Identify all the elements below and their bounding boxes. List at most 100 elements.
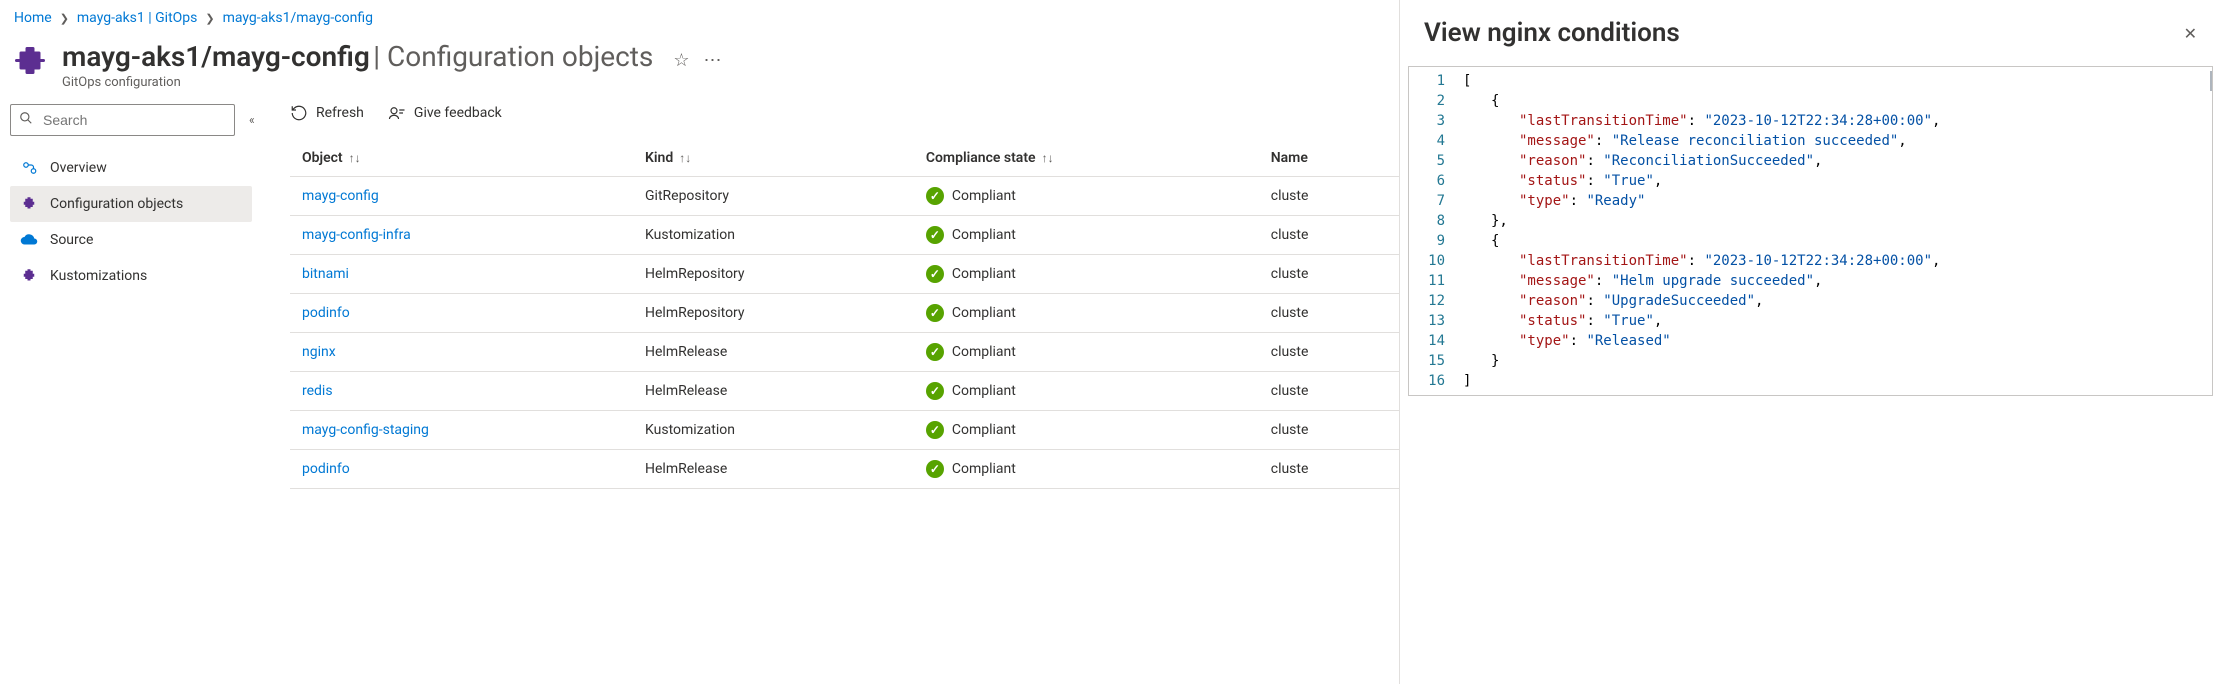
collapse-nav-icon[interactable]: « bbox=[249, 113, 255, 127]
namespace-cell: cluste bbox=[1259, 177, 1399, 216]
namespace-cell: cluste bbox=[1259, 255, 1399, 294]
line-number: 4 bbox=[1409, 131, 1445, 151]
line-number: 5 bbox=[1409, 151, 1445, 171]
more-actions-icon[interactable]: ⋯ bbox=[704, 50, 722, 71]
compliance-label: Compliant bbox=[952, 344, 1016, 360]
code-line[interactable]: [ bbox=[1463, 71, 2212, 91]
favorite-star-icon[interactable]: ☆ bbox=[673, 50, 689, 71]
sidebar-item-label: Source bbox=[50, 232, 93, 248]
compliance-label: Compliant bbox=[952, 383, 1016, 399]
page-title: mayg-aks1/mayg-config | Configuration ob… bbox=[62, 40, 653, 90]
breadcrumb-link[interactable]: mayg-aks1/mayg-config bbox=[223, 10, 373, 26]
compliance-cell: ✓Compliant bbox=[926, 187, 1247, 205]
line-number: 9 bbox=[1409, 231, 1445, 251]
content-area: Refresh Give feedback Object↑↓Kind↑↓Comp… bbox=[260, 96, 1399, 684]
code-line[interactable]: "status": "True", bbox=[1463, 171, 2212, 191]
compliance-label: Compliant bbox=[952, 422, 1016, 438]
refresh-button[interactable]: Refresh bbox=[290, 104, 364, 122]
kind-cell: HelmRepository bbox=[633, 255, 914, 294]
table-row: mayg-config-infraKustomization✓Compliant… bbox=[290, 216, 1399, 255]
namespace-cell: cluste bbox=[1259, 411, 1399, 450]
code-line[interactable]: "type": "Ready" bbox=[1463, 191, 2212, 211]
column-header-kind[interactable]: Kind↑↓ bbox=[633, 140, 914, 177]
code-line[interactable]: { bbox=[1463, 231, 2212, 251]
line-number: 6 bbox=[1409, 171, 1445, 191]
kind-cell: HelmRelease bbox=[633, 372, 914, 411]
namespace-cell: cluste bbox=[1259, 216, 1399, 255]
code-line[interactable]: "message": "Release reconciliation succe… bbox=[1463, 131, 2212, 151]
compliance-label: Compliant bbox=[952, 227, 1016, 243]
compliance-cell: ✓Compliant bbox=[926, 265, 1247, 283]
kind-cell: Kustomization bbox=[633, 411, 914, 450]
sidebar-item-kustomizations[interactable]: Kustomizations bbox=[10, 258, 252, 294]
puzzle-icon bbox=[20, 195, 38, 213]
column-header-object[interactable]: Object↑↓ bbox=[290, 140, 633, 177]
code-line[interactable]: } bbox=[1463, 351, 2212, 371]
line-number: 2 bbox=[1409, 91, 1445, 111]
sidebar-item-label: Configuration objects bbox=[50, 196, 183, 212]
compliance-cell: ✓ Compliant bbox=[926, 343, 1247, 361]
breadcrumb-link[interactable]: Home bbox=[14, 10, 52, 26]
namespace-cell: cluste bbox=[1259, 450, 1399, 489]
compliance-cell: ✓ Compliant bbox=[926, 226, 1247, 244]
line-number: 1 bbox=[1409, 71, 1445, 91]
section-name: Configuration objects bbox=[387, 40, 653, 73]
code-line[interactable]: "lastTransitionTime": "2023-10-12T22:34:… bbox=[1463, 111, 2212, 131]
cloud-icon bbox=[20, 231, 38, 249]
success-check-icon: ✓ bbox=[926, 343, 944, 361]
sidebar-item-label: Kustomizations bbox=[50, 268, 147, 284]
namespace-cell: cluste bbox=[1259, 294, 1399, 333]
kind-cell: HelmRelease bbox=[633, 333, 914, 372]
sort-icon: ↑↓ bbox=[1042, 151, 1054, 165]
table-row: podinfoHelmRelease✓Compliantcluste bbox=[290, 450, 1399, 489]
success-check-icon: ✓ bbox=[926, 265, 944, 283]
code-line[interactable]: "reason": "ReconciliationSucceeded", bbox=[1463, 151, 2212, 171]
success-check-icon: ✓ bbox=[926, 226, 944, 244]
line-number: 13 bbox=[1409, 311, 1445, 331]
column-header-compliance[interactable]: Compliance state ↑↓ bbox=[914, 140, 1259, 177]
json-viewer[interactable]: 12345678910111213141516 [{"lastTransitio… bbox=[1408, 66, 2213, 396]
object-link[interactable]: mayg-config-staging bbox=[302, 422, 429, 438]
compliance-cell: ✓Compliant bbox=[926, 382, 1247, 400]
table-row: bitnami HelmRepository ✓Compliant cluste bbox=[290, 255, 1399, 294]
object-link[interactable]: podinfo bbox=[302, 305, 350, 321]
line-number: 10 bbox=[1409, 251, 1445, 271]
success-check-icon: ✓ bbox=[926, 304, 944, 322]
column-label: Name bbox=[1271, 150, 1308, 166]
resource-name: mayg-aks1/mayg-config bbox=[62, 40, 370, 73]
close-icon[interactable]: ✕ bbox=[2184, 24, 2197, 43]
conditions-flyout: View nginx conditions ✕ 1234567891011121… bbox=[1399, 0, 2221, 684]
sidebar-item-source[interactable]: Source bbox=[10, 222, 252, 258]
object-link[interactable]: mayg-config-infra bbox=[302, 227, 411, 243]
code-line[interactable]: ] bbox=[1463, 371, 2212, 391]
line-number: 15 bbox=[1409, 351, 1445, 371]
code-line[interactable]: { bbox=[1463, 91, 2212, 111]
object-link[interactable]: podinfo bbox=[302, 461, 350, 477]
nav-search[interactable] bbox=[10, 104, 235, 136]
object-link[interactable]: redis bbox=[302, 383, 333, 399]
sidebar-item-configuration-objects[interactable]: Configuration objects bbox=[10, 186, 252, 222]
sidebar-item-overview[interactable]: Overview bbox=[10, 150, 252, 186]
side-nav: « Overview Configuration objects Source Kus… bbox=[0, 96, 260, 684]
kind-cell: HelmRepository bbox=[633, 294, 914, 333]
feedback-button[interactable]: Give feedback bbox=[388, 104, 502, 122]
code-line[interactable]: "reason": "UpgradeSucceeded", bbox=[1463, 291, 2212, 311]
object-link[interactable]: nginx bbox=[302, 344, 336, 360]
success-check-icon: ✓ bbox=[926, 187, 944, 205]
code-line[interactable]: "message": "Helm upgrade succeeded", bbox=[1463, 271, 2212, 291]
breadcrumb-link[interactable]: mayg-aks1 | GitOps bbox=[77, 10, 197, 26]
column-label: Compliance state bbox=[926, 150, 1036, 166]
object-link[interactable]: mayg-config bbox=[302, 188, 379, 204]
search-input[interactable] bbox=[41, 111, 226, 129]
code-line[interactable]: "lastTransitionTime": "2023-10-12T22:34:… bbox=[1463, 251, 2212, 271]
line-number: 7 bbox=[1409, 191, 1445, 211]
code-line[interactable]: }, bbox=[1463, 211, 2212, 231]
code-line[interactable]: "type": "Released" bbox=[1463, 331, 2212, 351]
table-row: mayg-configGitRepository✓Compliantcluste bbox=[290, 177, 1399, 216]
feedback-label: Give feedback bbox=[414, 105, 502, 121]
object-link[interactable]: bitnami bbox=[302, 266, 349, 282]
line-number: 11 bbox=[1409, 271, 1445, 291]
code-line[interactable]: "status": "True", bbox=[1463, 311, 2212, 331]
line-number: 12 bbox=[1409, 291, 1445, 311]
table-row: redisHelmRelease✓Compliantcluste bbox=[290, 372, 1399, 411]
